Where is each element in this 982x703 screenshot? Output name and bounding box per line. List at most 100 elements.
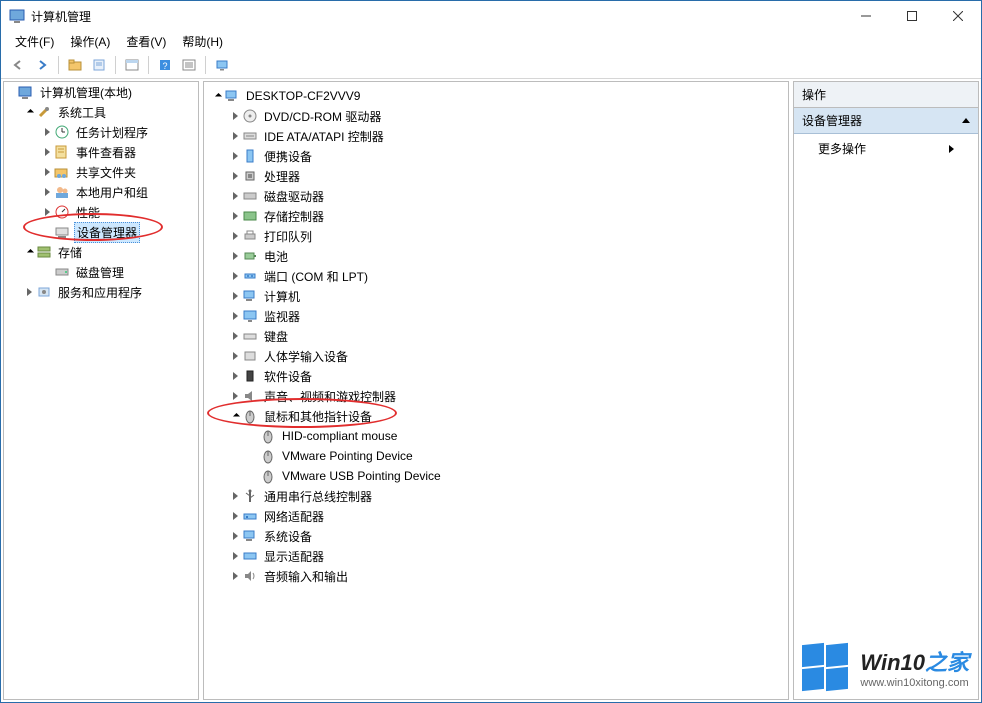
device-print-queue[interactable]: 打印队列 (228, 226, 782, 246)
toolbar-window-icon[interactable] (121, 54, 143, 76)
tree-system-tools[interactable]: 系统工具 (22, 102, 198, 122)
expander-icon[interactable] (40, 125, 54, 139)
expander-icon[interactable] (228, 149, 242, 163)
title-bar: 计算机管理 (1, 1, 981, 31)
expander-icon[interactable] (228, 509, 242, 523)
device-mouse-vmware[interactable]: VMware Pointing Device (246, 446, 782, 466)
device-keyboard[interactable]: 键盘 (228, 326, 782, 346)
tree-device-manager[interactable]: 设备管理器 (40, 222, 198, 242)
menu-file[interactable]: 文件(F) (7, 32, 62, 51)
battery-icon (242, 248, 258, 264)
expander-icon[interactable] (228, 369, 242, 383)
expander-icon[interactable] (228, 229, 242, 243)
toolbar-back-icon[interactable] (7, 54, 29, 76)
expander-icon[interactable] (228, 209, 242, 223)
tree-task-scheduler[interactable]: 任务计划程序 (40, 122, 198, 142)
tree-event-viewer[interactable]: 事件查看器 (40, 142, 198, 162)
main-area: 计算机管理(本地) 系统工具 任务计划程序 事件查看器 共享文件夹 (1, 79, 981, 702)
menu-help[interactable]: 帮助(H) (174, 32, 231, 51)
device-disk-drives[interactable]: 磁盘驱动器 (228, 186, 782, 206)
expander-icon[interactable] (40, 165, 54, 179)
expander-icon[interactable] (228, 409, 242, 423)
toolbar-folder-icon[interactable] (64, 54, 86, 76)
device-dvd[interactable]: DVD/CD-ROM 驱动器 (228, 106, 782, 126)
device-mouse-hid[interactable]: HID-compliant mouse (246, 426, 782, 446)
expander-icon[interactable] (22, 245, 36, 259)
tree-disk-management[interactable]: 磁盘管理 (40, 262, 198, 282)
device-usb[interactable]: 通用串行总线控制器 (228, 486, 782, 506)
chevron-right-icon (949, 145, 954, 153)
shared-folder-icon (54, 164, 70, 180)
portable-icon (242, 148, 258, 164)
device-storage-ctrl[interactable]: 存储控制器 (228, 206, 782, 226)
expander-icon[interactable] (22, 285, 36, 299)
toolbar-properties-icon[interactable] (88, 54, 110, 76)
device-sound[interactable]: 声音、视频和游戏控制器 (228, 386, 782, 406)
expander-icon[interactable] (228, 309, 242, 323)
maximize-button[interactable] (889, 1, 935, 31)
minimize-button[interactable] (843, 1, 889, 31)
toolbar-monitor-icon[interactable] (211, 54, 233, 76)
menu-view[interactable]: 查看(V) (118, 32, 174, 51)
device-portable[interactable]: 便携设备 (228, 146, 782, 166)
actions-section[interactable]: 设备管理器 (794, 108, 978, 134)
expander-icon[interactable] (228, 549, 242, 563)
device-root[interactable]: DESKTOP-CF2VVV9 (210, 86, 782, 106)
ide-icon (242, 128, 258, 144)
expander-icon[interactable] (228, 569, 242, 583)
expander-icon[interactable] (228, 269, 242, 283)
device-mouse-vmware-usb[interactable]: VMware USB Pointing Device (246, 466, 782, 486)
chevron-up-icon (962, 118, 970, 123)
device-hid[interactable]: 人体学输入设备 (228, 346, 782, 366)
device-ports[interactable]: 端口 (COM 和 LPT) (228, 266, 782, 286)
expander-icon[interactable] (228, 169, 242, 183)
center-pane[interactable]: DESKTOP-CF2VVV9 DVD/CD-ROM 驱动器 IDE ATA/A… (203, 81, 789, 700)
device-processor[interactable]: 处理器 (228, 166, 782, 186)
disk-management-icon (54, 264, 70, 280)
device-audio[interactable]: 音频输入和输出 (228, 566, 782, 586)
device-monitor[interactable]: 监视器 (228, 306, 782, 326)
tree-root-computer-management[interactable]: 计算机管理(本地) (4, 82, 198, 102)
tree-shared-folders[interactable]: 共享文件夹 (40, 162, 198, 182)
expander-icon[interactable] (210, 89, 224, 103)
keyboard-icon (242, 328, 258, 344)
action-more[interactable]: 更多操作 (794, 134, 978, 163)
expander-icon[interactable] (228, 109, 242, 123)
storage-ctrl-icon (242, 208, 258, 224)
expander-icon[interactable] (228, 289, 242, 303)
close-button[interactable] (935, 1, 981, 31)
device-computer[interactable]: 计算机 (228, 286, 782, 306)
toolbar-help-icon[interactable]: ? (154, 54, 176, 76)
expander-icon[interactable] (228, 189, 242, 203)
users-icon (54, 184, 70, 200)
expander-icon[interactable] (228, 349, 242, 363)
hid-icon (242, 348, 258, 364)
left-pane[interactable]: 计算机管理(本地) 系统工具 任务计划程序 事件查看器 共享文件夹 (3, 81, 199, 700)
device-mouse-category[interactable]: 鼠标和其他指针设备 (228, 406, 782, 426)
tree-local-users[interactable]: 本地用户和组 (40, 182, 198, 202)
audio-icon (242, 568, 258, 584)
expander-icon[interactable] (228, 329, 242, 343)
tree-storage[interactable]: 存储 (22, 242, 198, 262)
expander-icon[interactable] (228, 129, 242, 143)
device-network[interactable]: 网络适配器 (228, 506, 782, 526)
expander-icon[interactable] (40, 205, 54, 219)
menu-action[interactable]: 操作(A) (62, 32, 118, 51)
display-adapter-icon (242, 548, 258, 564)
tree-performance[interactable]: 性能 (40, 202, 198, 222)
toolbar-detail-icon[interactable] (178, 54, 200, 76)
device-display[interactable]: 显示适配器 (228, 546, 782, 566)
expander-icon[interactable] (40, 185, 54, 199)
expander-icon[interactable] (22, 105, 36, 119)
expander-icon[interactable] (228, 389, 242, 403)
device-system[interactable]: 系统设备 (228, 526, 782, 546)
expander-icon[interactable] (228, 489, 242, 503)
expander-icon[interactable] (228, 529, 242, 543)
device-software[interactable]: 软件设备 (228, 366, 782, 386)
device-battery[interactable]: 电池 (228, 246, 782, 266)
toolbar-forward-icon[interactable] (31, 54, 53, 76)
expander-icon[interactable] (40, 145, 54, 159)
expander-icon[interactable] (228, 249, 242, 263)
device-ide[interactable]: IDE ATA/ATAPI 控制器 (228, 126, 782, 146)
tree-services-apps[interactable]: 服务和应用程序 (22, 282, 198, 302)
